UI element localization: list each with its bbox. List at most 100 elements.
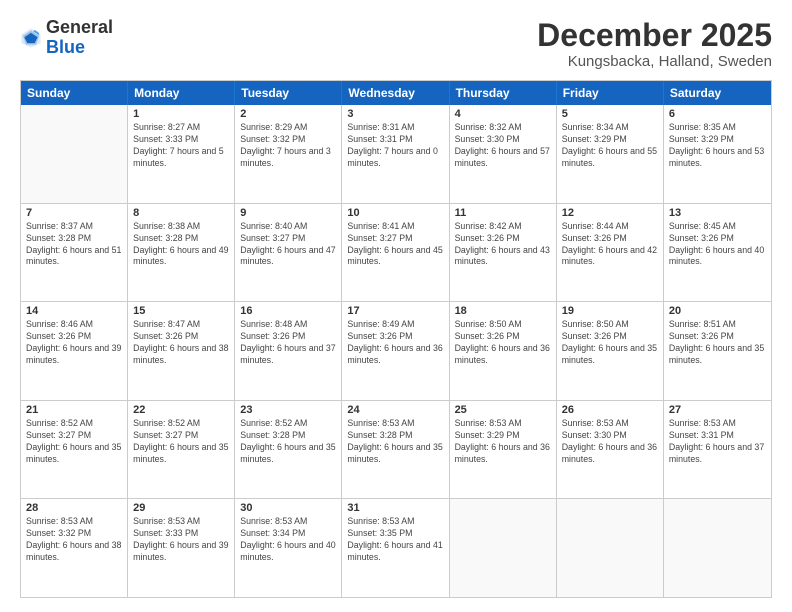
weekday-header: Thursday [450, 81, 557, 105]
calendar-cell: 17 Sunrise: 8:49 AM Sunset: 3:26 PM Dayli… [342, 302, 449, 400]
calendar-week-row: 28Sunrise: 8:53 AM Sunset: 3:32 PM Dayli… [21, 499, 771, 597]
calendar-cell: 7 Sunrise: 8:37 AM Sunset: 3:28 PM Daylig… [21, 204, 128, 302]
day-number: 31 [347, 502, 443, 514]
calendar-cell: 18Sunrise: 8:50 AM Sunset: 3:26 PM Dayli… [450, 302, 557, 400]
cell-info: Sunrise: 8:53 AM Sunset: 3:33 PM Dayligh… [133, 516, 229, 564]
month-title: December 2025 [537, 18, 772, 53]
calendar-cell: 11 Sunrise: 8:42 AM Sunset: 3:26 PM Dayli… [450, 204, 557, 302]
calendar-cell: 28Sunrise: 8:53 AM Sunset: 3:32 PM Dayli… [21, 499, 128, 597]
cell-info: Sunrise: 8:51 AM Sunset: 3:26 PM Dayligh… [669, 319, 766, 367]
calendar-cell: 8 Sunrise: 8:38 AM Sunset: 3:28 PM Daylig… [128, 204, 235, 302]
cell-info: Sunrise: 8:53 AM Sunset: 3:34 PM Dayligh… [240, 516, 336, 564]
day-number: 29 [133, 502, 229, 514]
day-number: 10 [347, 207, 443, 219]
logo-general-text: General [46, 17, 113, 37]
weekday-header: Friday [557, 81, 664, 105]
calendar-cell: 20 Sunrise: 8:51 AM Sunset: 3:26 PM Dayli… [664, 302, 771, 400]
calendar-cell: 13Sunrise: 8:45 AM Sunset: 3:26 PM Dayli… [664, 204, 771, 302]
title-area: December 2025 Kungsbacka, Halland, Swede… [537, 18, 772, 70]
calendar-cell: 16 Sunrise: 8:48 AM Sunset: 3:26 PM Dayli… [235, 302, 342, 400]
calendar-cell: 1 Sunrise: 8:27 AM Sunset: 3:33 PM Daylig… [128, 105, 235, 203]
calendar-week-row: 7 Sunrise: 8:37 AM Sunset: 3:28 PM Daylig… [21, 204, 771, 303]
calendar-cell: 14 Sunrise: 8:46 AM Sunset: 3:26 PM Dayli… [21, 302, 128, 400]
cell-info: Sunrise: 8:41 AM Sunset: 3:27 PM Dayligh… [347, 221, 443, 269]
day-number: 20 [669, 305, 766, 317]
calendar-cell [450, 499, 557, 597]
day-number: 21 [26, 404, 122, 416]
cell-info: Sunrise: 8:49 AM Sunset: 3:26 PM Dayligh… [347, 319, 443, 367]
cell-info: Sunrise: 8:47 AM Sunset: 3:26 PM Dayligh… [133, 319, 229, 367]
calendar-cell: 22Sunrise: 8:52 AM Sunset: 3:27 PM Dayli… [128, 401, 235, 499]
calendar-cell: 3 Sunrise: 8:31 AM Sunset: 3:31 PM Daylig… [342, 105, 449, 203]
day-number: 27 [669, 404, 766, 416]
logo-text: General Blue [46, 18, 113, 58]
cell-info: Sunrise: 8:40 AM Sunset: 3:27 PM Dayligh… [240, 221, 336, 269]
calendar-cell: 19Sunrise: 8:50 AM Sunset: 3:26 PM Dayli… [557, 302, 664, 400]
cell-info: Sunrise: 8:29 AM Sunset: 3:32 PM Dayligh… [240, 122, 336, 170]
location: Kungsbacka, Halland, Sweden [537, 53, 772, 70]
day-number: 30 [240, 502, 336, 514]
day-number: 6 [669, 108, 766, 120]
day-number: 7 [26, 207, 122, 219]
calendar-cell: 9 Sunrise: 8:40 AM Sunset: 3:27 PM Daylig… [235, 204, 342, 302]
cell-info: Sunrise: 8:52 AM Sunset: 3:27 PM Dayligh… [26, 418, 122, 466]
page: General Blue December 2025 Kungsbacka, H… [0, 0, 792, 612]
calendar-cell: 29 Sunrise: 8:53 AM Sunset: 3:33 PM Dayli… [128, 499, 235, 597]
cell-info: Sunrise: 8:45 AM Sunset: 3:26 PM Dayligh… [669, 221, 766, 269]
day-number: 11 [455, 207, 551, 219]
cell-info: Sunrise: 8:52 AM Sunset: 3:27 PM Dayligh… [133, 418, 229, 466]
day-number: 2 [240, 108, 336, 120]
cell-info: Sunrise: 8:53 AM Sunset: 3:28 PM Dayligh… [347, 418, 443, 466]
day-number: 12 [562, 207, 658, 219]
cell-info: Sunrise: 8:46 AM Sunset: 3:26 PM Dayligh… [26, 319, 122, 367]
calendar: SundayMondayTuesdayWednesdayThursdayFrid… [20, 80, 772, 598]
calendar-cell: 2 Sunrise: 8:29 AM Sunset: 3:32 PM Daylig… [235, 105, 342, 203]
cell-info: Sunrise: 8:53 AM Sunset: 3:35 PM Dayligh… [347, 516, 443, 564]
logo-icon [20, 27, 42, 49]
day-number: 15 [133, 305, 229, 317]
calendar-cell [664, 499, 771, 597]
calendar-cell: 12Sunrise: 8:44 AM Sunset: 3:26 PM Dayli… [557, 204, 664, 302]
calendar-cell: 26Sunrise: 8:53 AM Sunset: 3:30 PM Dayli… [557, 401, 664, 499]
day-number: 3 [347, 108, 443, 120]
day-number: 4 [455, 108, 551, 120]
weekday-header: Wednesday [342, 81, 449, 105]
calendar-body: 1 Sunrise: 8:27 AM Sunset: 3:33 PM Daylig… [21, 105, 771, 597]
calendar-cell: 25Sunrise: 8:53 AM Sunset: 3:29 PM Dayli… [450, 401, 557, 499]
cell-info: Sunrise: 8:35 AM Sunset: 3:29 PM Dayligh… [669, 122, 766, 170]
cell-info: Sunrise: 8:48 AM Sunset: 3:26 PM Dayligh… [240, 319, 336, 367]
calendar-week-row: 1 Sunrise: 8:27 AM Sunset: 3:33 PM Daylig… [21, 105, 771, 204]
logo: General Blue [20, 18, 113, 58]
calendar-cell: 23Sunrise: 8:52 AM Sunset: 3:28 PM Dayli… [235, 401, 342, 499]
day-number: 1 [133, 108, 229, 120]
weekday-header: Saturday [664, 81, 771, 105]
calendar-cell: 31 Sunrise: 8:53 AM Sunset: 3:35 PM Dayli… [342, 499, 449, 597]
calendar-cell: 10 Sunrise: 8:41 AM Sunset: 3:27 PM Dayli… [342, 204, 449, 302]
cell-info: Sunrise: 8:53 AM Sunset: 3:30 PM Dayligh… [562, 418, 658, 466]
cell-info: Sunrise: 8:27 AM Sunset: 3:33 PM Dayligh… [133, 122, 229, 170]
weekday-header: Sunday [21, 81, 128, 105]
day-number: 18 [455, 305, 551, 317]
day-number: 28 [26, 502, 122, 514]
calendar-cell: 5 Sunrise: 8:34 AM Sunset: 3:29 PM Daylig… [557, 105, 664, 203]
day-number: 8 [133, 207, 229, 219]
day-number: 24 [347, 404, 443, 416]
day-number: 9 [240, 207, 336, 219]
cell-info: Sunrise: 8:31 AM Sunset: 3:31 PM Dayligh… [347, 122, 443, 170]
day-number: 5 [562, 108, 658, 120]
calendar-header: SundayMondayTuesdayWednesdayThursdayFrid… [21, 81, 771, 105]
calendar-cell: 27 Sunrise: 8:53 AM Sunset: 3:31 PM Dayli… [664, 401, 771, 499]
weekday-header: Monday [128, 81, 235, 105]
calendar-cell: 15 Sunrise: 8:47 AM Sunset: 3:26 PM Dayli… [128, 302, 235, 400]
cell-info: Sunrise: 8:38 AM Sunset: 3:28 PM Dayligh… [133, 221, 229, 269]
cell-info: Sunrise: 8:53 AM Sunset: 3:31 PM Dayligh… [669, 418, 766, 466]
cell-info: Sunrise: 8:42 AM Sunset: 3:26 PM Dayligh… [455, 221, 551, 269]
cell-info: Sunrise: 8:53 AM Sunset: 3:29 PM Dayligh… [455, 418, 551, 466]
day-number: 19 [562, 305, 658, 317]
day-number: 16 [240, 305, 336, 317]
cell-info: Sunrise: 8:37 AM Sunset: 3:28 PM Dayligh… [26, 221, 122, 269]
calendar-week-row: 14 Sunrise: 8:46 AM Sunset: 3:26 PM Dayli… [21, 302, 771, 401]
cell-info: Sunrise: 8:34 AM Sunset: 3:29 PM Dayligh… [562, 122, 658, 170]
day-number: 14 [26, 305, 122, 317]
day-number: 17 [347, 305, 443, 317]
